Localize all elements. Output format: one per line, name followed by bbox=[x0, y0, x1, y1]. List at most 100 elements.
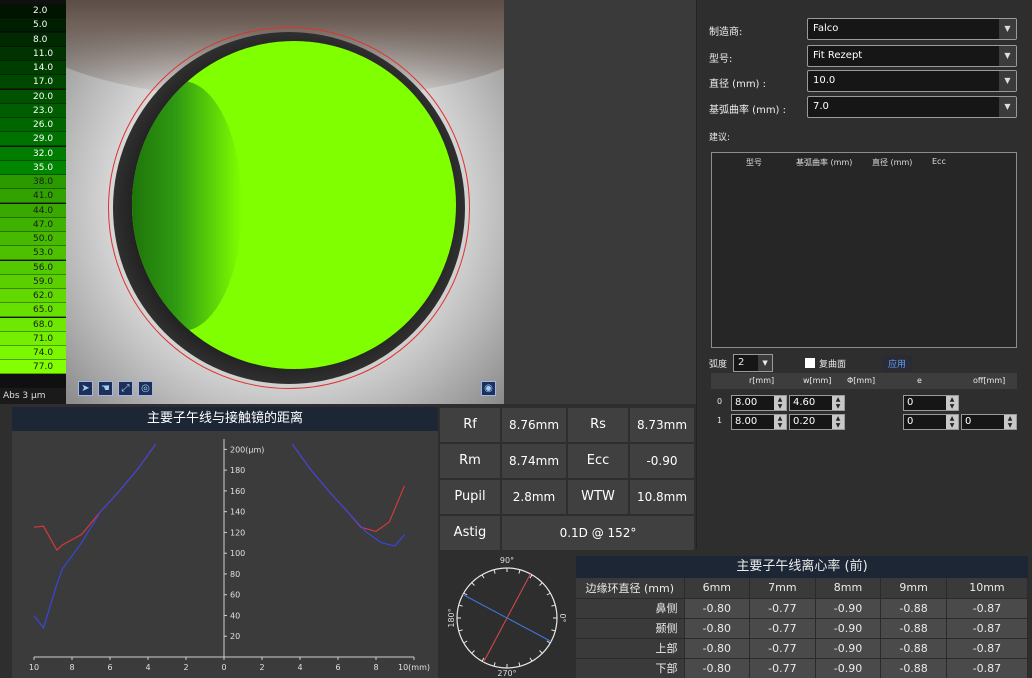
dial-tick bbox=[551, 604, 556, 607]
row-index: 0 bbox=[717, 397, 723, 406]
table-cell: -0.90 bbox=[815, 658, 882, 678]
model-select[interactable]: Fit Rezept ▼ bbox=[807, 45, 1017, 67]
measure-tool-icon[interactable]: ⤢ bbox=[118, 381, 133, 396]
dial-tick bbox=[518, 569, 521, 574]
ecc-value: -0.90 bbox=[630, 444, 694, 478]
dial-tick bbox=[458, 629, 463, 632]
y-tick-label: 80 bbox=[230, 570, 240, 579]
flat-axis-line bbox=[462, 594, 552, 642]
astig-label: Astig bbox=[440, 516, 500, 550]
w-value: 0.20 bbox=[793, 416, 816, 427]
rm-label: Rm bbox=[440, 444, 500, 478]
spin-arrows-icon[interactable]: ▲ ▼ bbox=[774, 396, 786, 410]
scale-value: 2.0 bbox=[0, 4, 66, 18]
header-cell: 边缘环直径 (mm) bbox=[576, 578, 685, 599]
x-tick-label: 10(mm) bbox=[398, 663, 430, 672]
empty-panel bbox=[504, 0, 696, 404]
off-spinbox[interactable]: 0 ▲ ▼ bbox=[961, 414, 1017, 430]
center-tool-icon[interactable]: ◎ bbox=[138, 381, 153, 396]
profile-chart-svg: 10 8 6 4 2 0 2 4 6 8 10(mm)20406080100120140160180… bbox=[29, 439, 430, 672]
base-curve-value: 7.0 bbox=[813, 101, 829, 112]
param-header-phi: Φ[mm] bbox=[847, 376, 876, 385]
row-label: 颞侧 bbox=[576, 618, 685, 639]
compound-label: 复曲面 bbox=[819, 359, 847, 370]
dial-tick bbox=[539, 650, 543, 654]
w-spinbox[interactable]: 4.60 ▲ ▼ bbox=[789, 395, 845, 411]
apply-button[interactable]: 应用 bbox=[882, 354, 913, 372]
param-header-r: r[mm] bbox=[749, 376, 775, 385]
series-line-1-left bbox=[33, 443, 157, 630]
arc-select[interactable]: 2 ▼ bbox=[733, 354, 774, 372]
suggestion-list[interactable]: 型号 基弧曲率 (mm) 直径 (mm) Ecc bbox=[711, 152, 1017, 348]
w-spinbox[interactable]: 0.20 ▲ ▼ bbox=[789, 414, 845, 430]
table-cell: -0.77 bbox=[749, 638, 816, 659]
target-icon[interactable]: ◉ bbox=[481, 381, 496, 396]
spin-arrows-icon[interactable]: ▲ ▼ bbox=[1004, 415, 1016, 429]
x-tick-label: 10 bbox=[29, 663, 39, 672]
model-label: 型号: bbox=[709, 54, 733, 65]
dial-label-left: 180° bbox=[447, 608, 456, 627]
x-tick-label: 6 bbox=[107, 663, 112, 672]
y-tick-label: 200(μm) bbox=[230, 445, 264, 454]
diameter-value: 10.0 bbox=[813, 75, 836, 86]
dial-tick bbox=[518, 662, 521, 667]
x-tick-label: 4 bbox=[297, 663, 302, 672]
dial-tick bbox=[551, 629, 556, 632]
dial-tick bbox=[546, 592, 551, 596]
spin-arrows-icon[interactable]: ▲ ▼ bbox=[946, 415, 958, 429]
pupil-value: 2.8mm bbox=[502, 480, 566, 514]
spin-arrows-icon[interactable]: ▲ ▼ bbox=[774, 415, 786, 429]
param-row: 0 8.00 ▲ ▼ 4.60 ▲ ▼ 0 ▲ ▼ bbox=[711, 395, 1021, 413]
pan-tool-icon[interactable]: ☚ bbox=[98, 381, 113, 396]
table-cell: -0.77 bbox=[749, 618, 816, 639]
r-spinbox[interactable]: 8.00 ▲ ▼ bbox=[731, 395, 787, 411]
row-index: 1 bbox=[717, 416, 723, 425]
e-spinbox[interactable]: 0 ▲ ▼ bbox=[903, 414, 959, 430]
table-cell: -0.87 bbox=[946, 658, 1029, 678]
y-tick-label: 160 bbox=[230, 487, 245, 496]
eye-image-view[interactable]: ➤ ☚ ⤢ ◎ ◉ bbox=[66, 0, 504, 404]
scale-value: 35.0 bbox=[0, 160, 66, 175]
table-header-row: 边缘环直径 (mm) 6mm 7mm 8mm 9mm 10mm bbox=[576, 578, 1029, 599]
compound-checkbox[interactable] bbox=[805, 358, 816, 368]
spin-arrows-icon[interactable]: ▲ ▼ bbox=[832, 396, 844, 410]
row-label: 上部 bbox=[576, 638, 685, 659]
spin-arrows-icon[interactable]: ▲ ▼ bbox=[946, 396, 958, 410]
scale-value: 8.0 bbox=[0, 32, 66, 47]
chevron-down-icon: ▼ bbox=[999, 46, 1016, 66]
x-tick-label: 2 bbox=[259, 663, 264, 672]
header-cell: 9mm bbox=[880, 578, 947, 599]
r-spinbox[interactable]: 8.00 ▲ ▼ bbox=[731, 414, 787, 430]
param-header-e: e bbox=[917, 376, 922, 385]
spin-arrows-icon[interactable]: ▲ ▼ bbox=[832, 415, 844, 429]
dial-tick bbox=[493, 569, 496, 574]
rs-value: 8.73mm bbox=[630, 408, 694, 442]
manufacturer-value: Falco bbox=[813, 23, 839, 34]
dial-label-bottom: 270° bbox=[497, 669, 516, 678]
scale-value: 68.0 bbox=[0, 317, 66, 332]
pointer-tool-icon[interactable]: ➤ bbox=[78, 381, 93, 396]
table-cell: -0.90 bbox=[815, 618, 882, 639]
diameter-label: 直径 (mm) : bbox=[709, 79, 767, 90]
dial-tick bbox=[493, 662, 496, 667]
manufacturer-select[interactable]: Falco ▼ bbox=[807, 18, 1017, 40]
y-tick-label: 100 bbox=[230, 549, 245, 558]
w-value: 4.60 bbox=[793, 397, 816, 408]
scale-value: 65.0 bbox=[0, 303, 66, 318]
table-cell: -0.87 bbox=[946, 638, 1029, 659]
table-cell: -0.80 bbox=[684, 598, 751, 619]
profile-chart-title: 主要子午线与接触镜的距离 bbox=[12, 407, 438, 431]
param-header-off: off[mm] bbox=[973, 376, 1006, 385]
diameter-select[interactable]: 10.0 ▼ bbox=[807, 70, 1017, 92]
arc-controls: 弧度 2 ▼ 复曲面 应用 bbox=[709, 354, 913, 372]
y-tick-label: 40 bbox=[230, 611, 240, 620]
y-tick-label: 20 bbox=[230, 632, 240, 641]
color-scale: 77.0 74.0 71.0 68.0 65.0 62.0 59.0 56.0 53.0 50.0… bbox=[0, 0, 66, 404]
base-curve-select[interactable]: 7.0 ▼ bbox=[807, 96, 1017, 118]
e-spinbox[interactable]: 0 ▲ ▼ bbox=[903, 395, 959, 411]
dial-label-right: 0° bbox=[558, 613, 567, 622]
table-cell: -0.88 bbox=[880, 638, 947, 659]
scale-value: 71.0 bbox=[0, 331, 66, 346]
scale-value: 32.0 bbox=[0, 146, 66, 161]
table-cell: -0.77 bbox=[749, 658, 816, 678]
